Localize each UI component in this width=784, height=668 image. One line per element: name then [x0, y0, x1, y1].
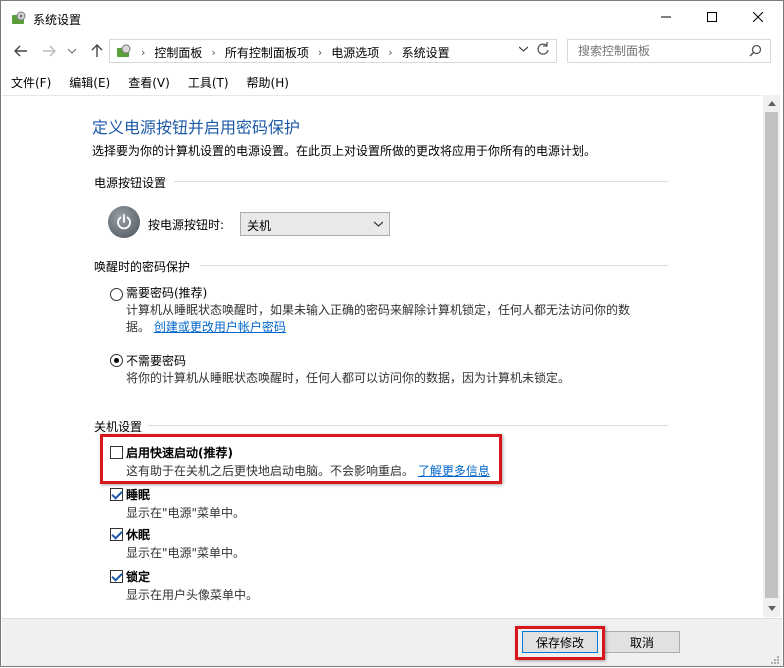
- divider: [200, 265, 668, 266]
- power-button-group-heading: 电源按钮设置: [94, 176, 167, 190]
- search-input[interactable]: [576, 43, 736, 59]
- maximize-button[interactable]: [689, 1, 735, 33]
- breadcrumb-power-options[interactable]: 电源选项: [331, 44, 379, 61]
- navigation-bar: › 控制面板 › 所有控制面板项 › 电源选项 › 系统设置: [1, 37, 783, 65]
- chevron-down-icon: [68, 48, 76, 54]
- require-password-label[interactable]: 需要密码(推荐): [126, 284, 207, 301]
- fast-startup-highlight: [100, 434, 502, 484]
- chevron-down-icon: [373, 216, 384, 230]
- close-button[interactable]: [735, 1, 781, 33]
- minimize-button[interactable]: [643, 1, 689, 33]
- lock-checkbox[interactable]: [110, 570, 123, 583]
- arrow-right-icon: [43, 45, 56, 57]
- scroll-down-icon[interactable]: [763, 600, 780, 617]
- page-title: 定义电源按钮并启用密码保护: [92, 118, 301, 137]
- hibernate-desc: 显示在"电源"菜单中。: [126, 546, 246, 560]
- require-password-radio[interactable]: [110, 288, 123, 301]
- power-button-action-select[interactable]: 关机: [240, 212, 390, 236]
- menu-view[interactable]: 查看(V): [118, 71, 178, 93]
- up-button[interactable]: [87, 41, 107, 61]
- breadcrumb-separator: ›: [141, 46, 146, 59]
- breadcrumb-separator: ›: [388, 46, 393, 59]
- control-panel-location-icon: [116, 43, 132, 62]
- refresh-icon[interactable]: [536, 42, 550, 60]
- no-password-desc: 将你的计算机从睡眠状态唤醒时，任何人都可以访问你的数据，因为计算机未锁定。: [126, 371, 571, 385]
- forward-button[interactable]: [39, 41, 59, 61]
- title-bar: 系统设置: [1, 1, 783, 35]
- cancel-button[interactable]: 取消: [604, 631, 680, 653]
- sleep-label[interactable]: 睡眠: [126, 486, 150, 503]
- address-bar[interactable]: › 控制面板 › 所有控制面板项 › 电源选项 › 系统设置: [109, 39, 557, 63]
- arrow-up-icon: [91, 44, 103, 57]
- no-password-label[interactable]: 不需要密码: [126, 352, 186, 369]
- search-icon[interactable]: [749, 44, 762, 60]
- menu-bar: 文件(F) 编辑(E) 查看(V) 工具(T) 帮助(H): [1, 71, 783, 93]
- window: 系统设置 › 控制面板 › 所有控制面板项 › 电源选项 › 系统设置 搜索控制…: [0, 0, 784, 667]
- address-dropdown-icon[interactable]: [518, 44, 529, 55]
- lock-label[interactable]: 锁定: [126, 568, 150, 585]
- power-icon: [108, 206, 140, 238]
- window-title: 系统设置: [33, 13, 82, 27]
- menu-edit[interactable]: 编辑(E): [59, 71, 118, 93]
- require-password-desc-line1: 计算机从睡眠状态唤醒时，如果未输入正确的密码来解除计算机锁定，任何人都无法访问你…: [126, 303, 631, 317]
- no-password-radio[interactable]: [110, 354, 123, 367]
- power-button-label: 按电源按钮时:: [148, 218, 225, 232]
- control-panel-icon: [11, 10, 27, 26]
- breadcrumb: › 控制面板 › 所有控制面板项 › 电源选项 › 系统设置: [116, 43, 450, 62]
- footer-bar: 保存修改 取消: [2, 618, 782, 666]
- sleep-checkbox[interactable]: [110, 488, 123, 501]
- scrollbar-thumb[interactable]: [765, 112, 778, 598]
- breadcrumb-system-settings[interactable]: 系统设置: [402, 44, 450, 61]
- arrow-left-icon: [14, 45, 27, 57]
- resize-grip-icon[interactable]: [770, 654, 780, 664]
- breadcrumb-separator: ›: [211, 46, 216, 59]
- menu-file[interactable]: 文件(F): [1, 71, 59, 93]
- require-password-desc-line2: 据。: [126, 320, 151, 334]
- menu-tools[interactable]: 工具(T): [178, 71, 237, 93]
- content-area: 定义电源按钮并启用密码保护 选择要为你的计算机设置的电源设置。在此页上对设置所做…: [2, 95, 762, 617]
- hibernate-checkbox[interactable]: [110, 528, 123, 541]
- breadcrumb-all-items[interactable]: 所有控制面板项: [225, 44, 309, 61]
- page-description: 选择要为你的计算机设置的电源设置。在此页上对设置所做的更改将应用于你所有的电源计…: [92, 144, 597, 158]
- create-password-link[interactable]: 创建或更改用户帐户密码: [154, 320, 286, 334]
- vertical-scrollbar[interactable]: [763, 95, 780, 617]
- menu-help[interactable]: 帮助(H): [237, 71, 297, 93]
- lock-desc: 显示在用户头像菜单中。: [126, 588, 259, 602]
- breadcrumb-control-panel[interactable]: 控制面板: [154, 44, 202, 61]
- divider: [174, 181, 668, 182]
- password-group-heading: 唤醒时的密码保护: [94, 260, 191, 274]
- search-box[interactable]: [567, 39, 771, 63]
- power-button-action-value: 关机: [247, 219, 272, 233]
- recent-locations-button[interactable]: [65, 41, 79, 61]
- scroll-up-icon[interactable]: [763, 95, 780, 112]
- back-button[interactable]: [11, 41, 31, 61]
- save-button-highlight: [515, 626, 605, 660]
- divider: [148, 425, 668, 426]
- shutdown-group-heading: 关机设置: [94, 420, 143, 434]
- sleep-desc: 显示在"电源"菜单中。: [126, 506, 246, 520]
- hibernate-label[interactable]: 休眠: [126, 526, 150, 543]
- breadcrumb-separator: ›: [317, 46, 323, 59]
